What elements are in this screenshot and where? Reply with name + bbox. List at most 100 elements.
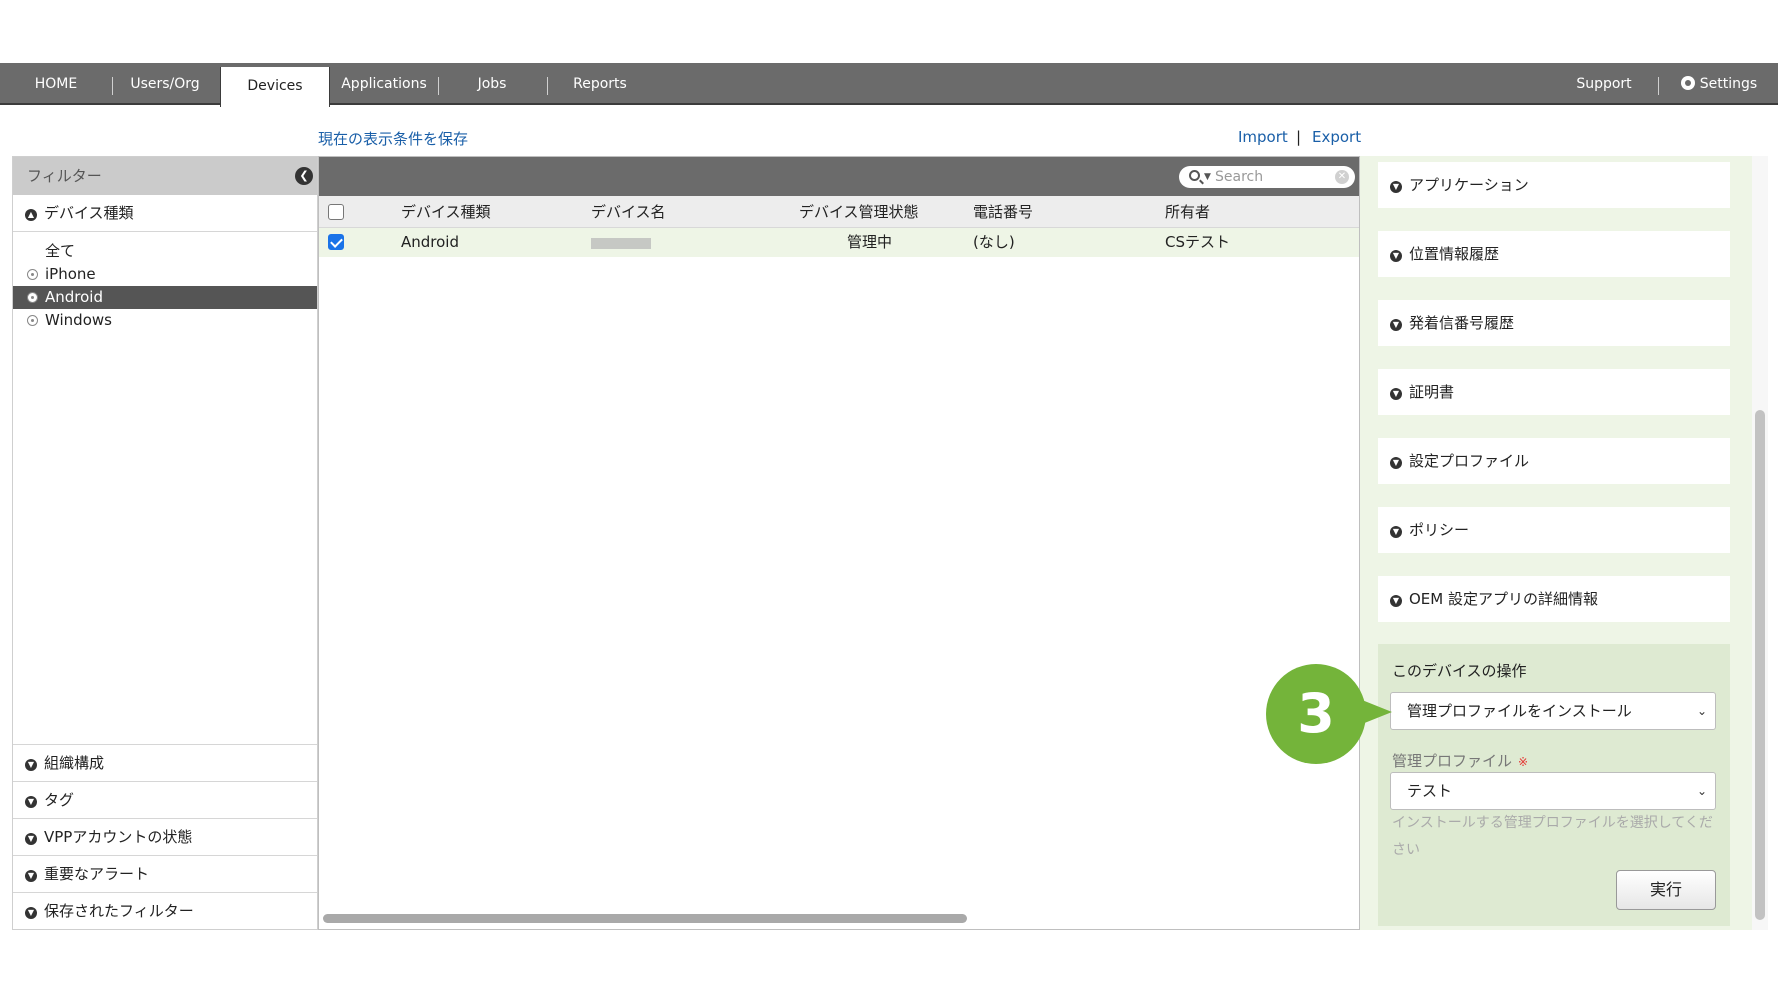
section-config-profiles[interactable]: ▼ 設定プロファイル (1378, 438, 1730, 484)
nav-support[interactable]: Support (1568, 63, 1640, 105)
section-label: 保存されたフィルター (44, 902, 194, 920)
chevron-down-icon: ▼ (1390, 319, 1402, 331)
chevron-down-icon: ⌄ (1696, 784, 1707, 798)
device-type-section[interactable]: ▲ デバイス種類 (13, 195, 317, 232)
operations-title: このデバイスの操作 (1392, 662, 1527, 680)
device-type-windows[interactable]: Windows (13, 309, 317, 332)
device-table-panel: ▼ Search ✕ デバイス種類 デバイス名 デバイス管理状態 電話番号 所有… (318, 156, 1360, 930)
section-certificates[interactable]: ▼ 証明書 (1378, 369, 1730, 415)
section-location-history[interactable]: ▼ 位置情報履歴 (1378, 231, 1730, 277)
cell-owner: CSテスト (1165, 233, 1230, 251)
gear-icon (1680, 76, 1695, 90)
table-header: デバイス種類 デバイス名 デバイス管理状態 電話番号 所有者 (319, 196, 1359, 228)
profile-select-value: テスト (1407, 782, 1453, 800)
import-link[interactable]: Import (1238, 128, 1288, 146)
nav-home[interactable]: HOME (18, 63, 94, 105)
nav-divider (1658, 77, 1659, 95)
nav-divider (438, 77, 439, 95)
column-device-name[interactable]: デバイス名 (591, 196, 666, 228)
device-detail-panel: ▼ アプリケーション ▼ 位置情報履歴 ▼ 発着信番号履歴 ▼ 証明書 ▼ 設定プロファイ… (1360, 156, 1754, 930)
link-separator: | (1296, 128, 1302, 146)
section-label: 位置情報履歴 (1409, 245, 1500, 263)
filter-sidebar: フィルター ❮ ▲ デバイス種類 全て iPhone Android Window… (12, 156, 318, 930)
column-owner[interactable]: 所有者 (1165, 196, 1210, 228)
chevron-down-icon: ▼ (25, 796, 37, 808)
settings-label: Settings (1699, 76, 1758, 92)
nav-reports[interactable]: Reports (566, 63, 634, 105)
row-checkbox[interactable] (328, 234, 344, 250)
nav-divider (112, 77, 113, 95)
chevron-down-icon: ▼ (25, 833, 37, 845)
vertical-scrollbar[interactable] (1755, 410, 1765, 920)
device-type-list: 全て iPhone Android Windows (13, 232, 317, 332)
save-view-link[interactable]: 現在の表示条件を保存 (318, 128, 468, 149)
section-call-history[interactable]: ▼ 発着信番号履歴 (1378, 300, 1730, 346)
profile-label: 管理プロファイル ※ (1392, 750, 1528, 771)
device-type-android[interactable]: Android (13, 286, 317, 309)
section-label: タグ (44, 791, 75, 809)
step-marker: 3 (1266, 664, 1366, 764)
device-type-label: Windows (45, 311, 112, 329)
device-type-label: 全て (45, 242, 76, 260)
app-frame: HOME Users/Org Devices Applications Jobs… (0, 0, 1778, 1000)
nav-divider (547, 77, 548, 95)
table-row[interactable]: Android 管理中 (なし) CSテスト (319, 228, 1359, 257)
chevron-down-icon: ▼ (25, 907, 37, 919)
profile-hint: インストールする管理プロファイルを選択してください (1392, 815, 1713, 858)
nav-settings[interactable]: Settings (1672, 63, 1766, 105)
column-phone[interactable]: 電話番号 (973, 196, 1033, 228)
operation-select-value: 管理プロファイルをインストール (1407, 702, 1632, 720)
section-label: OEM 設定アプリの詳細情報 (1409, 590, 1598, 608)
filter-title: フィルター (27, 167, 102, 185)
operation-select[interactable]: 管理プロファイルをインストール ⌄ (1390, 692, 1716, 730)
collapse-sidebar-icon[interactable]: ❮ (295, 167, 313, 185)
chevron-down-icon: ▼ (1390, 250, 1402, 262)
top-nav: HOME Users/Org Devices Applications Jobs… (0, 63, 1778, 107)
nav-users-org[interactable]: Users/Org (122, 63, 208, 105)
cell-status: 管理中 (847, 233, 893, 251)
search-input[interactable]: ▼ Search ✕ (1179, 166, 1355, 188)
export-link[interactable]: Export (1312, 128, 1361, 146)
section-oem-config[interactable]: ▼ OEM 設定アプリの詳細情報 (1378, 576, 1730, 622)
section-vpp[interactable]: ▼ VPPアカウントの状態 (13, 818, 317, 855)
section-tag[interactable]: ▼ タグ (13, 781, 317, 818)
expand-icon (27, 315, 38, 326)
cell-phone: (なし) (973, 233, 1015, 251)
device-type-title: デバイス種類 (44, 204, 134, 222)
required-mark: ※ (1518, 755, 1529, 769)
device-type-label: Android (45, 288, 103, 306)
sidebar-bottom-sections: ▼ 組織構成 ▼ タグ ▼ VPPアカウントの状態 ▼ 重要なアラート ▼ 保存されたフィ… (13, 744, 317, 929)
expand-icon (27, 292, 38, 303)
chevron-down-icon: ▼ (1390, 388, 1402, 400)
clear-search-icon[interactable]: ✕ (1335, 170, 1349, 184)
nav-jobs[interactable]: Jobs (458, 63, 526, 105)
chevron-down-icon: ▼ (1390, 526, 1402, 538)
section-policy[interactable]: ▼ ポリシー (1378, 507, 1730, 553)
section-label: ポリシー (1409, 521, 1470, 539)
nav-applications[interactable]: Applications (340, 63, 428, 105)
section-org[interactable]: ▼ 組織構成 (13, 744, 317, 781)
chevron-down-icon: ⌄ (1696, 704, 1707, 718)
section-saved-filters[interactable]: ▼ 保存されたフィルター (13, 892, 317, 929)
section-label: 設定プロファイル (1409, 452, 1530, 470)
section-label: VPPアカウントの状態 (44, 828, 193, 846)
section-label: 発着信番号履歴 (1409, 314, 1515, 332)
nav-devices[interactable]: Devices (220, 67, 330, 107)
search-icon (1189, 170, 1200, 181)
profile-select[interactable]: テスト ⌄ (1390, 772, 1716, 810)
column-management-status[interactable]: デバイス管理状態 (799, 196, 919, 228)
device-type-iphone[interactable]: iPhone (13, 263, 317, 286)
cell-device-type: Android (401, 233, 459, 251)
section-alerts[interactable]: ▼ 重要なアラート (13, 855, 317, 892)
select-all-checkbox[interactable] (328, 204, 344, 220)
device-type-all[interactable]: 全て (13, 240, 317, 263)
search-dropdown-icon[interactable]: ▼ (1204, 166, 1211, 188)
column-device-type[interactable]: デバイス種類 (401, 196, 491, 228)
section-applications[interactable]: ▼ アプリケーション (1378, 162, 1730, 208)
horizontal-scrollbar[interactable] (323, 914, 967, 923)
run-button[interactable]: 実行 (1616, 870, 1716, 910)
section-label: アプリケーション (1409, 176, 1529, 194)
chevron-up-icon: ▲ (25, 209, 37, 221)
chevron-down-icon: ▼ (1390, 595, 1402, 607)
chevron-down-icon: ▼ (25, 870, 37, 882)
